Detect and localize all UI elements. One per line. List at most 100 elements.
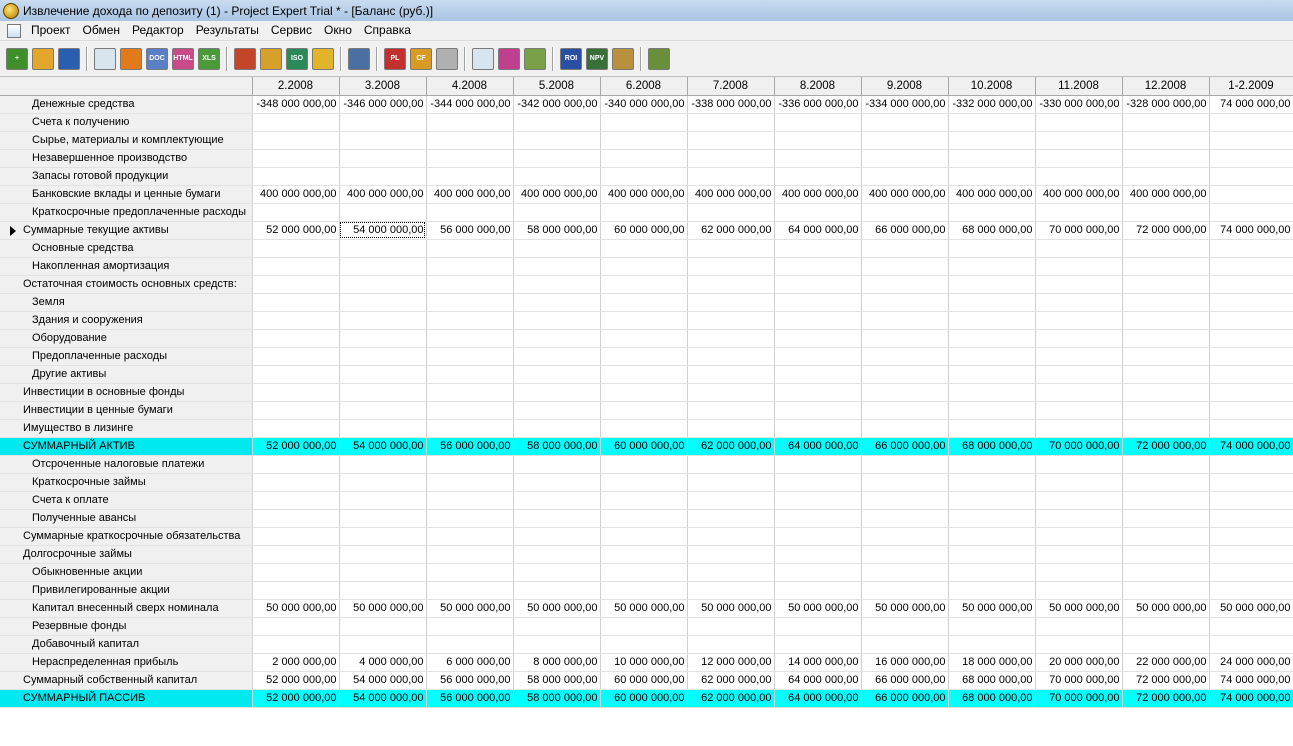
grid-cell[interactable]: 70 000 000,00 bbox=[1035, 689, 1123, 708]
grid-cell[interactable]: 64 000 000,00 bbox=[774, 437, 862, 456]
grid-cell[interactable] bbox=[1208, 401, 1293, 420]
grid-cell[interactable] bbox=[861, 545, 949, 564]
grid-cell[interactable] bbox=[861, 167, 949, 186]
grid-cell[interactable] bbox=[1035, 203, 1123, 222]
grid-cell[interactable] bbox=[1035, 113, 1123, 132]
grid-cell[interactable]: -336 000 000,00 bbox=[774, 95, 862, 114]
grid-cell[interactable] bbox=[339, 275, 427, 294]
grid-cell[interactable]: 66 000 000,00 bbox=[861, 221, 949, 240]
grid-cell[interactable] bbox=[948, 581, 1036, 600]
grid-cell[interactable] bbox=[774, 545, 862, 564]
grid-cell[interactable] bbox=[339, 455, 427, 474]
table-row[interactable]: Полученные авансы bbox=[0, 509, 1293, 528]
column-header[interactable]: 10.2008 bbox=[948, 77, 1036, 96]
grid-cell[interactable] bbox=[1035, 509, 1123, 528]
grid-cell[interactable] bbox=[339, 491, 427, 510]
grid-cell[interactable]: -328 000 000,00 bbox=[1122, 95, 1210, 114]
grid-cell[interactable] bbox=[1035, 635, 1123, 654]
grid-cell[interactable] bbox=[339, 419, 427, 438]
save-project-icon[interactable] bbox=[58, 47, 80, 70]
grid-cell[interactable]: 66 000 000,00 bbox=[861, 437, 949, 456]
balance-report-icon[interactable] bbox=[436, 47, 458, 70]
menu-item-4[interactable]: Сервис bbox=[265, 21, 318, 40]
grid-cell[interactable]: 56 000 000,00 bbox=[426, 437, 514, 456]
grid-cell[interactable] bbox=[687, 419, 775, 438]
grid-cell[interactable] bbox=[1208, 239, 1293, 258]
grid-cell[interactable] bbox=[1122, 455, 1210, 474]
grid-cell[interactable] bbox=[1122, 509, 1210, 528]
grid-cell[interactable] bbox=[426, 563, 514, 582]
grid-cell[interactable] bbox=[1122, 275, 1210, 294]
grid-cell[interactable] bbox=[774, 275, 862, 294]
grid-cell[interactable] bbox=[948, 365, 1036, 384]
grid-cell[interactable] bbox=[1208, 329, 1293, 348]
table-row[interactable]: Счета к оплате bbox=[0, 491, 1293, 510]
grid-cell[interactable] bbox=[1208, 131, 1293, 150]
grid-cell[interactable] bbox=[252, 563, 340, 582]
grid-cell[interactable] bbox=[1035, 491, 1123, 510]
grid-cell[interactable] bbox=[426, 401, 514, 420]
doc-export-icon[interactable]: DOC bbox=[146, 47, 168, 70]
folder-data-icon[interactable] bbox=[312, 47, 334, 70]
grid-cell[interactable]: 12 000 000,00 bbox=[687, 653, 775, 672]
grid-cell[interactable] bbox=[1122, 347, 1210, 366]
grid-cell[interactable] bbox=[774, 383, 862, 402]
grid-cell[interactable] bbox=[1122, 365, 1210, 384]
grid-cell[interactable] bbox=[1122, 581, 1210, 600]
table-row[interactable]: Оборудование bbox=[0, 329, 1293, 348]
menu-item-0[interactable]: Проект bbox=[25, 21, 77, 40]
grid-cell[interactable] bbox=[1208, 149, 1293, 168]
grid-cell[interactable] bbox=[687, 473, 775, 492]
grid-cell[interactable]: 58 000 000,00 bbox=[513, 437, 601, 456]
grid-cell[interactable] bbox=[1035, 149, 1123, 168]
grid-cell[interactable] bbox=[1208, 581, 1293, 600]
grid-cell[interactable] bbox=[513, 131, 601, 150]
grid-cell[interactable] bbox=[1035, 365, 1123, 384]
grid-cell[interactable] bbox=[339, 617, 427, 636]
grid-cell[interactable]: 58 000 000,00 bbox=[513, 689, 601, 708]
table-row[interactable]: Накопленная амортизация bbox=[0, 257, 1293, 276]
grid-cell[interactable] bbox=[1208, 473, 1293, 492]
grid-cell[interactable] bbox=[687, 635, 775, 654]
grid-cell[interactable] bbox=[1035, 329, 1123, 348]
grid-cell[interactable] bbox=[774, 113, 862, 132]
menu-item-1[interactable]: Обмен bbox=[77, 21, 127, 40]
grid-cell[interactable] bbox=[426, 203, 514, 222]
table-row[interactable]: Добавочный капитал bbox=[0, 635, 1293, 654]
grid-cell[interactable] bbox=[513, 257, 601, 276]
grid-cell[interactable] bbox=[600, 419, 688, 438]
grid-cell[interactable] bbox=[600, 581, 688, 600]
grid-cell[interactable] bbox=[1122, 545, 1210, 564]
table-row[interactable]: Предоплаченные расходы bbox=[0, 347, 1293, 366]
grid-cell[interactable] bbox=[600, 491, 688, 510]
grid-cell[interactable] bbox=[1208, 257, 1293, 276]
grid-cell[interactable] bbox=[252, 203, 340, 222]
grid-cell[interactable] bbox=[861, 383, 949, 402]
zoom-icon[interactable] bbox=[472, 47, 494, 70]
grid-cell[interactable] bbox=[687, 239, 775, 258]
grid-cell[interactable] bbox=[513, 635, 601, 654]
grid-cell[interactable] bbox=[687, 491, 775, 510]
grid-cell[interactable] bbox=[1122, 203, 1210, 222]
grid-cell[interactable] bbox=[252, 419, 340, 438]
grid-cell[interactable] bbox=[426, 347, 514, 366]
grid-cell[interactable] bbox=[687, 149, 775, 168]
grid-cell[interactable] bbox=[1035, 239, 1123, 258]
puzzle-icon[interactable] bbox=[234, 47, 256, 70]
grid-cell[interactable]: 72 000 000,00 bbox=[1122, 671, 1210, 690]
grid-cell[interactable] bbox=[774, 581, 862, 600]
grid-cell[interactable] bbox=[861, 311, 949, 330]
table-row[interactable]: Здания и сооружения bbox=[0, 311, 1293, 330]
grid-cell[interactable]: 18 000 000,00 bbox=[948, 653, 1036, 672]
grid-cell[interactable] bbox=[1122, 401, 1210, 420]
grid-cell[interactable]: 14 000 000,00 bbox=[774, 653, 862, 672]
table-row[interactable]: Суммарные текущие активы 52 000 000,00 54 … bbox=[0, 221, 1293, 240]
grid-cell[interactable] bbox=[687, 563, 775, 582]
grid-cell[interactable]: 56 000 000,00 bbox=[426, 689, 514, 708]
grid-cell[interactable] bbox=[513, 401, 601, 420]
grid-cell[interactable]: -334 000 000,00 bbox=[861, 95, 949, 114]
grid-cell[interactable] bbox=[687, 455, 775, 474]
grid-cell[interactable] bbox=[426, 455, 514, 474]
grid-cell[interactable]: 400 000 000,00 bbox=[339, 185, 427, 204]
grid-cell[interactable] bbox=[861, 149, 949, 168]
